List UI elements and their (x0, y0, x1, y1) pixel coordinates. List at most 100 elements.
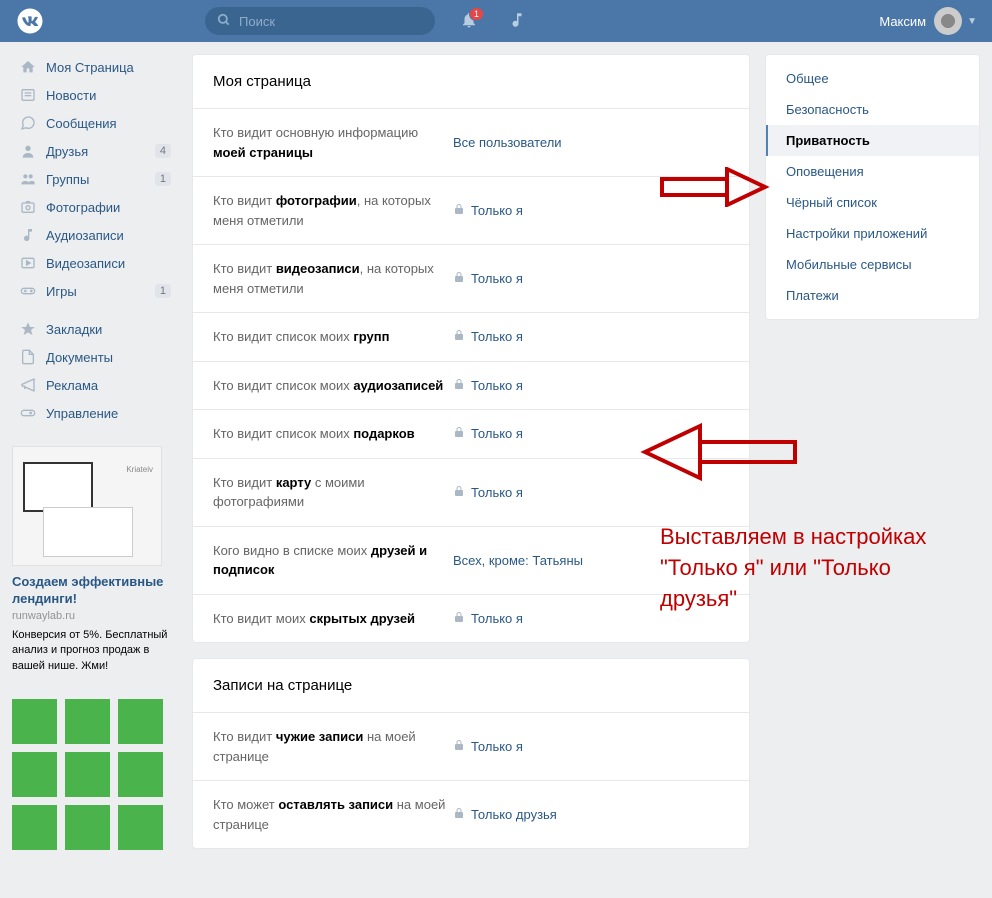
nav-item-news[interactable]: Новости (12, 82, 177, 108)
vk-logo-icon[interactable] (15, 6, 45, 36)
setting-row: Кто видит чужие записи на моей страницеТ… (193, 712, 749, 780)
setting-label: Кто может оставлять записи на моей стран… (213, 795, 453, 834)
ad-image: Kriateiv (12, 446, 162, 566)
nav-count: 4 (155, 144, 171, 158)
setting-value[interactable]: Все пользователи (453, 123, 562, 162)
nav-count: 1 (155, 284, 171, 298)
nav-label: Закладки (46, 322, 102, 337)
nav-item-ad[interactable]: Реклама (12, 372, 177, 398)
sidebar: Моя Страница Новости Сообщения Друзья 4 Групп… (12, 54, 177, 864)
nav-item-groups[interactable]: Группы 1 (12, 166, 177, 192)
setting-value[interactable]: Только я (453, 259, 523, 298)
chevron-down-icon: ▼ (967, 16, 977, 27)
panel-title: Записи на странице (193, 659, 749, 712)
search-box[interactable] (205, 7, 435, 35)
nav-label: Аудиозаписи (46, 228, 124, 243)
lock-icon (453, 485, 465, 500)
user-menu[interactable]: Максим ▼ (879, 7, 977, 35)
ad-text: Конверсия от 5%. Бесплатный анализ и про… (12, 628, 177, 674)
doc-icon (18, 349, 38, 365)
ad-icon (18, 377, 38, 393)
groups-icon (18, 171, 38, 187)
setting-label: Кто видит моих скрытых друзей (213, 609, 453, 629)
setting-label: Кто видит основную информацию моей стран… (213, 123, 453, 162)
search-input[interactable] (239, 14, 423, 29)
settings-tab[interactable]: Настройки приложений (766, 218, 979, 249)
settings-tab[interactable]: Оповещения (766, 156, 979, 187)
nav-count: 1 (155, 172, 171, 186)
settings-tab[interactable]: Чёрный список (766, 187, 979, 218)
setting-value[interactable]: Только я (453, 727, 523, 766)
nav-item-star[interactable]: Закладки (12, 316, 177, 342)
panel-wall-posts: Записи на странице Кто видит чужие запис… (192, 658, 750, 849)
setting-value[interactable]: Только я (453, 327, 523, 347)
setting-value[interactable]: Только друзья (453, 795, 557, 834)
setting-label: Кто видит фотографии, на которых меня от… (213, 191, 453, 230)
settings-tab[interactable]: Приватность (766, 125, 979, 156)
lock-icon (453, 611, 465, 626)
notifications-button[interactable]: 1 (460, 11, 478, 32)
nav-label: Документы (46, 350, 113, 365)
lock-icon (453, 739, 465, 754)
nav-label: Сообщения (46, 116, 117, 131)
nav-label: Управление (46, 406, 118, 421)
lock-icon (453, 807, 465, 822)
news-icon (18, 87, 38, 103)
home-icon (18, 59, 38, 75)
settings-tab[interactable]: Общее (766, 63, 979, 94)
nav-label: Новости (46, 88, 96, 103)
audio-icon (18, 227, 38, 243)
setting-row: Кто видит видеозаписи, на которых меня о… (193, 244, 749, 312)
panel-title: Моя страница (193, 55, 749, 108)
friends-icon (18, 143, 38, 159)
avatar (934, 7, 962, 35)
ad-title: Создаем эффективные лендинги! (12, 574, 177, 608)
setting-value[interactable]: Всех, кроме: Татьяны (453, 541, 583, 580)
nav-item-friends[interactable]: Друзья 4 (12, 138, 177, 164)
nav-item-photo[interactable]: Фотографии (12, 194, 177, 220)
setting-value[interactable]: Только я (453, 473, 523, 512)
setting-value[interactable]: Только я (453, 376, 523, 396)
nav-item-audio[interactable]: Аудиозаписи (12, 222, 177, 248)
nav-item-manage[interactable]: Управление (12, 400, 177, 426)
setting-value[interactable]: Только я (453, 191, 523, 230)
setting-value[interactable]: Только я (453, 609, 523, 629)
lock-icon (453, 203, 465, 218)
nav-label: Группы (46, 172, 89, 187)
setting-value[interactable]: Только я (453, 424, 523, 444)
setting-row: Кто видит основную информацию моей стран… (193, 108, 749, 176)
nav-item-games[interactable]: Игры 1 (12, 278, 177, 304)
star-icon (18, 321, 38, 337)
settings-tab[interactable]: Безопасность (766, 94, 979, 125)
nav-label: Игры (46, 284, 77, 299)
video-icon (18, 255, 38, 271)
lock-icon (453, 329, 465, 344)
lock-icon (453, 426, 465, 441)
annotation-arrow-1 (660, 167, 770, 207)
msg-icon (18, 115, 38, 131)
settings-tab[interactable]: Мобильные сервисы (766, 249, 979, 280)
setting-label: Кто видит чужие записи на моей странице (213, 727, 453, 766)
lock-icon (453, 271, 465, 286)
setting-label: Кто видит видеозаписи, на которых меня о… (213, 259, 453, 298)
nav-item-msg[interactable]: Сообщения (12, 110, 177, 136)
photo-icon (18, 199, 38, 215)
annotation-text: Выставляем в настройках "Только я" или "… (660, 522, 960, 614)
nav-label: Друзья (46, 144, 88, 159)
nav-item-home[interactable]: Моя Страница (12, 54, 177, 80)
setting-label: Кого видно в списке моих друзей и подпис… (213, 541, 453, 580)
nav-label: Реклама (46, 378, 98, 393)
notif-badge: 1 (469, 7, 484, 21)
ad-domain: runwaylab.ru (12, 610, 177, 622)
music-icon[interactable] (508, 11, 526, 32)
setting-label: Кто видит список моих аудиозаписей (213, 376, 453, 396)
nav-item-video[interactable]: Видеозаписи (12, 250, 177, 276)
nav-item-doc[interactable]: Документы (12, 344, 177, 370)
setting-label: Кто видит список моих групп (213, 327, 453, 347)
ad-block[interactable]: Kriateiv Создаем эффективные лендинги! r… (12, 446, 177, 674)
setting-label: Кто видит карту с моими фотографиями (213, 473, 453, 512)
setting-row: Кто может оставлять записи на моей стран… (193, 780, 749, 848)
nav-label: Видеозаписи (46, 256, 125, 271)
settings-tab[interactable]: Платежи (766, 280, 979, 311)
setting-row: Кто видит список моих аудиозаписейТолько… (193, 361, 749, 410)
